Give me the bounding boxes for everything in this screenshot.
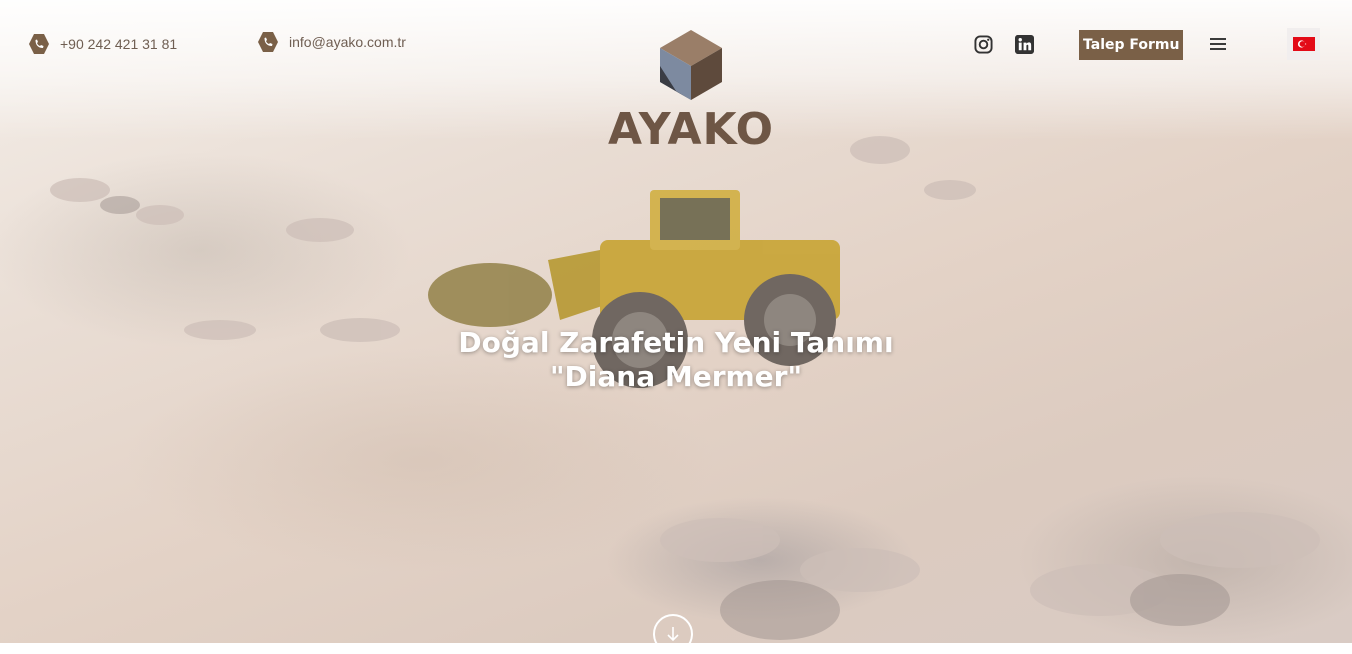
logo-cube-icon <box>660 30 722 100</box>
phone-icon <box>257 31 279 53</box>
phone-icon <box>28 33 50 55</box>
request-form-button[interactable]: Talep Formu <box>1079 30 1184 60</box>
instagram-link[interactable] <box>972 33 994 55</box>
turkey-flag-icon <box>1292 37 1315 51</box>
hero-title-line-2: "Diana Mermer" <box>549 360 803 393</box>
hero-title-line-1: Doğal Zarafetin Yeni Tanımı <box>458 326 894 359</box>
instagram-icon <box>973 34 993 54</box>
language-selector[interactable] <box>1287 28 1320 60</box>
phone-number: +90 242 421 31 81 <box>60 36 178 52</box>
linkedin-link[interactable] <box>1013 33 1035 55</box>
email-address: info@ayako.com.tr <box>289 34 406 50</box>
linkedin-icon <box>1014 34 1034 54</box>
scroll-down-button[interactable] <box>653 614 693 654</box>
hero-title: Doğal Zarafetin Yeni Tanımı "Diana Merme… <box>376 326 976 394</box>
arrow-down-icon <box>667 627 679 642</box>
hamburger-menu-icon[interactable] <box>1207 35 1229 53</box>
site-logo[interactable]: AYAKO <box>600 26 782 166</box>
phone-contact-link[interactable]: +90 242 421 31 81 <box>28 33 177 55</box>
logo-wordmark: AYAKO <box>607 104 775 155</box>
email-contact-link[interactable]: info@ayako.com.tr <box>257 31 406 53</box>
